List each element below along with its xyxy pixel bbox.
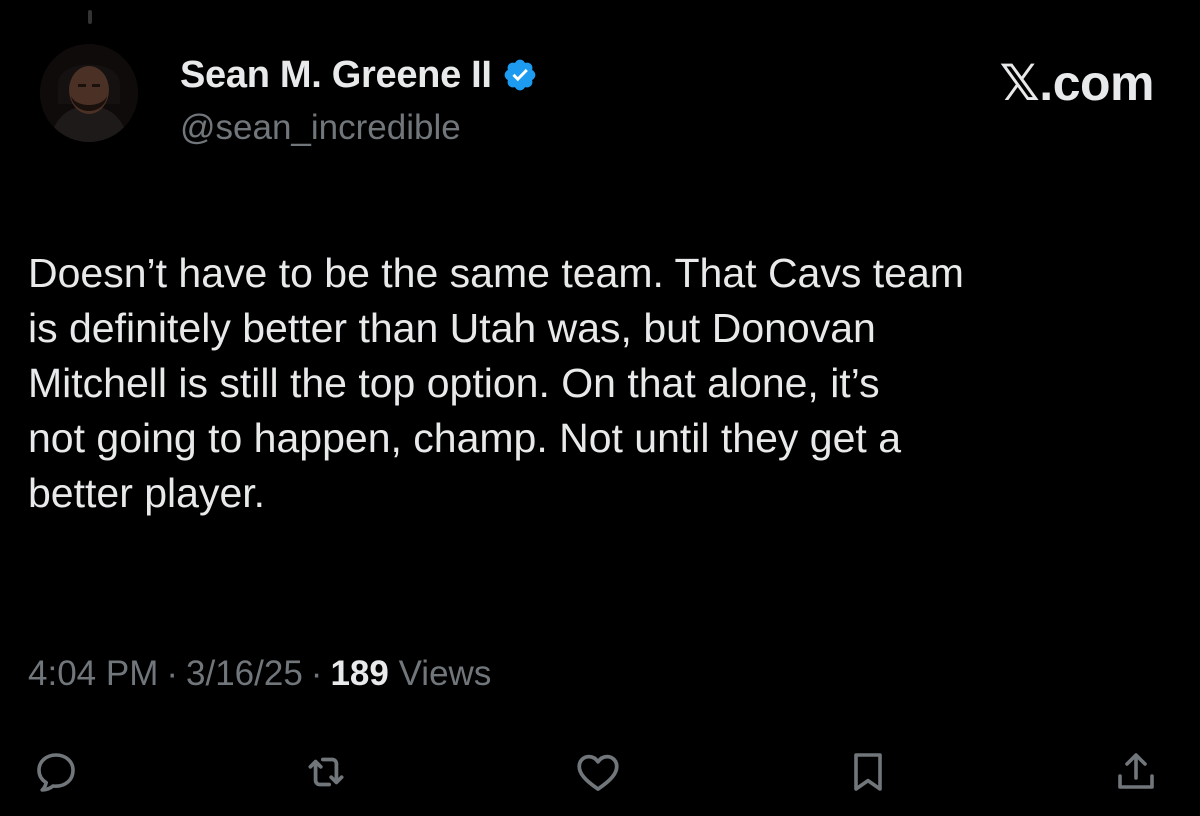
brand-logo: 𝕏.com xyxy=(999,55,1155,111)
tweet-text: Doesn’t have to be the same team. That C… xyxy=(28,246,1178,521)
views-count: 189 xyxy=(330,654,389,693)
share-button[interactable] xyxy=(1108,744,1164,800)
tweet-text-line: is definitely better than Utah was, but … xyxy=(28,305,876,351)
tweet-date[interactable]: 3/16/25 xyxy=(186,654,303,693)
retweet-button[interactable] xyxy=(298,744,354,800)
share-icon xyxy=(1118,753,1154,789)
meta-separator: · xyxy=(166,654,179,693)
tweet-text-line: Mitchell is still the top option. On tha… xyxy=(28,360,880,406)
bookmark-icon xyxy=(854,753,882,791)
heart-icon xyxy=(577,754,619,791)
views-label: Views xyxy=(398,654,492,693)
avatar-image xyxy=(40,44,138,142)
tweet-meta: 4:04 PM · 3/16/25 · 189 Views xyxy=(28,654,491,694)
tweet-card: Sean M. Greene II @sean_incredible 𝕏.com… xyxy=(0,0,1200,816)
author-display-name[interactable]: Sean M. Greene II xyxy=(180,54,492,97)
like-button[interactable] xyxy=(570,744,626,800)
tweet-text-line: not going to happen, champ. Not until th… xyxy=(28,415,901,461)
verified-badge-icon xyxy=(502,57,538,93)
action-bar xyxy=(0,738,1200,808)
author-name-row[interactable]: Sean M. Greene II xyxy=(180,52,538,98)
drag-handle xyxy=(88,10,92,24)
reply-icon xyxy=(37,753,75,792)
author-handle[interactable]: @sean_incredible xyxy=(180,108,461,148)
meta-separator: · xyxy=(310,654,323,693)
tweet-time[interactable]: 4:04 PM xyxy=(28,654,158,693)
retweet-icon xyxy=(308,757,344,787)
avatar[interactable] xyxy=(40,44,138,142)
bookmark-button[interactable] xyxy=(840,744,896,800)
tweet-text-line: Doesn’t have to be the same team. That C… xyxy=(28,250,964,296)
reply-button[interactable] xyxy=(28,744,84,800)
tweet-text-line: better player. xyxy=(28,470,266,516)
